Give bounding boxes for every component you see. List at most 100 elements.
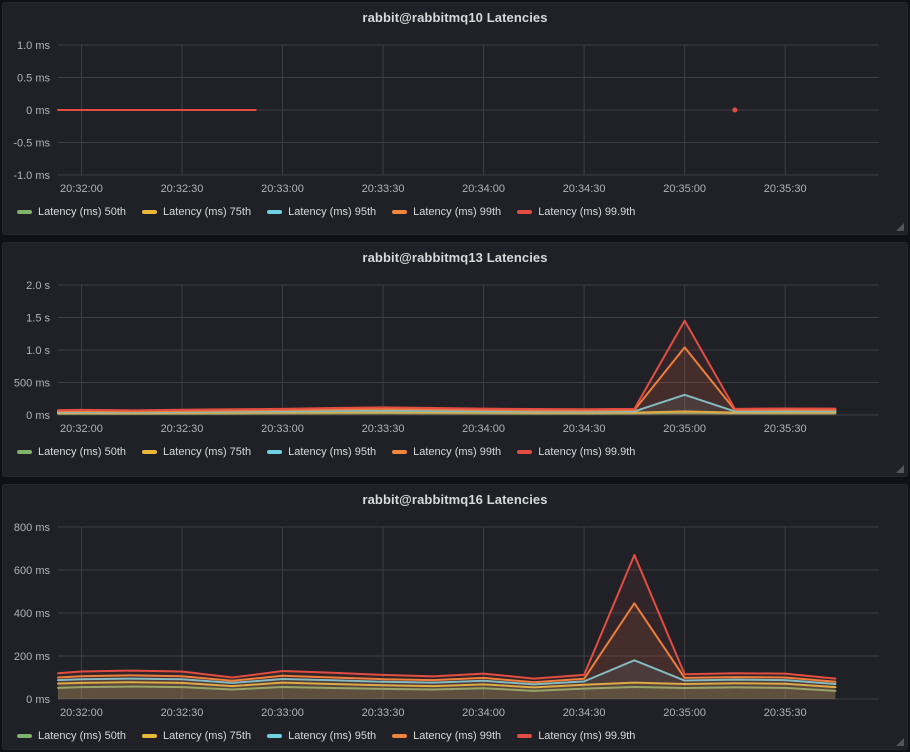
x-axis-tick-label: 20:34:00 <box>462 423 505 435</box>
legend-label: Latency (ms) 99.9th <box>538 730 635 742</box>
x-axis-tick-label: 20:32:30 <box>161 183 204 195</box>
y-axis-tick-label: 800 ms <box>14 522 51 534</box>
legend-swatch-icon <box>517 450 532 454</box>
legend-swatch-icon <box>142 450 157 454</box>
y-axis-tick-label: -0.5 ms <box>13 138 50 150</box>
legend-item[interactable]: Latency (ms) 95th <box>267 730 376 742</box>
legend-label: Latency (ms) 75th <box>163 446 251 458</box>
legend-item[interactable]: Latency (ms) 99th <box>392 730 501 742</box>
panel-rabbitmq16-latencies: rabbit@rabbitmq16 Latencies 800 ms 600 ms… <box>2 484 908 750</box>
legend-swatch-icon <box>267 210 282 214</box>
legend-swatch-icon <box>392 450 407 454</box>
x-axis-tick-label: 20:35:00 <box>663 707 706 719</box>
legend-swatch-icon <box>392 734 407 738</box>
legend-item[interactable]: Latency (ms) 50th <box>17 730 126 742</box>
legend-item[interactable]: Latency (ms) 95th <box>267 206 376 218</box>
x-axis-tick-label: 20:33:00 <box>261 423 304 435</box>
chart-canvas: 2.0 s1.5 s1.0 s500 ms0 ms20:32:0020:32:3… <box>3 273 907 439</box>
x-axis-tick-label: 20:32:00 <box>60 707 103 719</box>
panel-rabbitmq13-latencies: rabbit@rabbitmq13 Latencies 2.0 s 1.5 s 1.… <box>2 242 908 477</box>
panel-rabbitmq10-latencies: rabbit@rabbitmq10 Latencies 1.0 ms 0.5 ms… <box>2 2 908 235</box>
panel-title[interactable]: rabbit@rabbitmq16 Latencies <box>3 485 907 515</box>
legend-swatch-icon <box>267 450 282 454</box>
legend-label: Latency (ms) 99.9th <box>538 206 635 218</box>
y-axis-tick-label: 200 ms <box>14 651 51 663</box>
x-axis-tick-label: 20:33:00 <box>261 183 304 195</box>
x-axis-tick-label: 20:32:30 <box>161 707 204 719</box>
legend-label: Latency (ms) 99th <box>413 730 501 742</box>
legend-swatch-icon <box>142 210 157 214</box>
panel-resize-handle-icon[interactable] <box>896 738 904 746</box>
chart-legend: Latency (ms) 50th Latency (ms) 75th Latenc… <box>3 723 907 749</box>
legend-item[interactable]: Latency (ms) 99th <box>392 446 501 458</box>
y-axis-tick-label: 2.0 s <box>26 280 50 292</box>
panel-title[interactable]: rabbit@rabbitmq13 Latencies <box>3 243 907 273</box>
legend-label: Latency (ms) 99th <box>413 446 501 458</box>
y-axis-tick-label: 500 ms <box>14 378 51 390</box>
x-axis-tick-label: 20:34:00 <box>462 707 505 719</box>
legend-label: Latency (ms) 50th <box>38 446 126 458</box>
chart-canvas: 1.0 ms0.5 ms0 ms-0.5 ms-1.0 ms20:32:0020… <box>3 33 907 199</box>
x-axis-tick-label: 20:35:00 <box>663 423 706 435</box>
y-axis-tick-label: 1.5 s <box>26 313 50 325</box>
legend-swatch-icon <box>517 734 532 738</box>
y-axis-tick-label: 1.0 s <box>26 345 50 357</box>
legend-item[interactable]: Latency (ms) 50th <box>17 446 126 458</box>
legend-item[interactable]: Latency (ms) 99th <box>392 206 501 218</box>
latency-chart-rabbitmq13: 2.0 s1.5 s1.0 s500 ms0 ms20:32:0020:32:3… <box>3 273 907 439</box>
y-axis-tick-label: 1.0 ms <box>17 40 51 52</box>
panel-title[interactable]: rabbit@rabbitmq10 Latencies <box>3 3 907 33</box>
legend-swatch-icon <box>17 450 32 454</box>
legend-label: Latency (ms) 99.9th <box>538 446 635 458</box>
x-axis-tick-label: 20:33:30 <box>362 707 405 719</box>
x-axis-tick-label: 20:35:30 <box>764 183 807 195</box>
panel-resize-handle-icon[interactable] <box>896 465 904 473</box>
legend-swatch-icon <box>17 210 32 214</box>
x-axis-tick-label: 20:33:30 <box>362 423 405 435</box>
legend-item[interactable]: Latency (ms) 99.9th <box>517 206 635 218</box>
legend-label: Latency (ms) 50th <box>38 206 126 218</box>
x-axis-tick-label: 20:32:30 <box>161 423 204 435</box>
legend-label: Latency (ms) 75th <box>163 206 251 218</box>
legend-item[interactable]: Latency (ms) 99.9th <box>517 730 635 742</box>
x-axis-tick-label: 20:35:30 <box>764 423 807 435</box>
latency-chart-rabbitmq10: 1.0 ms0.5 ms0 ms-0.5 ms-1.0 ms20:32:0020… <box>3 33 907 199</box>
legend-swatch-icon <box>392 210 407 214</box>
legend-item[interactable]: Latency (ms) 95th <box>267 446 376 458</box>
y-axis-tick-label: 600 ms <box>14 565 51 577</box>
series-line <box>58 555 835 679</box>
x-axis-tick-label: 20:33:30 <box>362 183 405 195</box>
legend-swatch-icon <box>17 734 32 738</box>
legend-item[interactable]: Latency (ms) 99.9th <box>517 446 635 458</box>
legend-item[interactable]: Latency (ms) 75th <box>142 446 251 458</box>
x-axis-tick-label: 20:34:30 <box>563 423 606 435</box>
legend-label: Latency (ms) 99th <box>413 206 501 218</box>
chart-legend: Latency (ms) 50th Latency (ms) 75th Latenc… <box>3 439 907 465</box>
legend-swatch-icon <box>142 734 157 738</box>
panel-resize-handle-icon[interactable] <box>896 223 904 231</box>
legend-item[interactable]: Latency (ms) 50th <box>17 206 126 218</box>
x-axis-tick-label: 20:34:30 <box>563 707 606 719</box>
legend-label: Latency (ms) 95th <box>288 446 376 458</box>
y-axis-tick-label: 0 ms <box>26 410 50 422</box>
legend-label: Latency (ms) 50th <box>38 730 126 742</box>
legend-label: Latency (ms) 95th <box>288 730 376 742</box>
legend-item[interactable]: Latency (ms) 75th <box>142 730 251 742</box>
x-axis-tick-label: 20:34:30 <box>563 183 606 195</box>
x-axis-tick-label: 20:34:00 <box>462 183 505 195</box>
y-axis-tick-label: 0 ms <box>26 105 50 117</box>
x-axis-tick-label: 20:32:00 <box>60 183 103 195</box>
legend-swatch-icon <box>267 734 282 738</box>
x-axis-tick-label: 20:35:30 <box>764 707 807 719</box>
legend-item[interactable]: Latency (ms) 75th <box>142 206 251 218</box>
chart-legend: Latency (ms) 50th Latency (ms) 75th Latenc… <box>3 199 907 225</box>
latency-chart-rabbitmq16: 800 ms600 ms400 ms200 ms0 ms20:32:0020:3… <box>3 515 907 723</box>
legend-label: Latency (ms) 95th <box>288 206 376 218</box>
x-axis-tick-label: 20:33:00 <box>261 707 304 719</box>
legend-label: Latency (ms) 75th <box>163 730 251 742</box>
series-area-fill <box>58 321 835 415</box>
x-axis-tick-label: 20:35:00 <box>663 183 706 195</box>
y-axis-tick-label: 0.5 ms <box>17 73 51 85</box>
series-area-fill <box>58 555 835 699</box>
y-axis-tick-label: 400 ms <box>14 608 51 620</box>
